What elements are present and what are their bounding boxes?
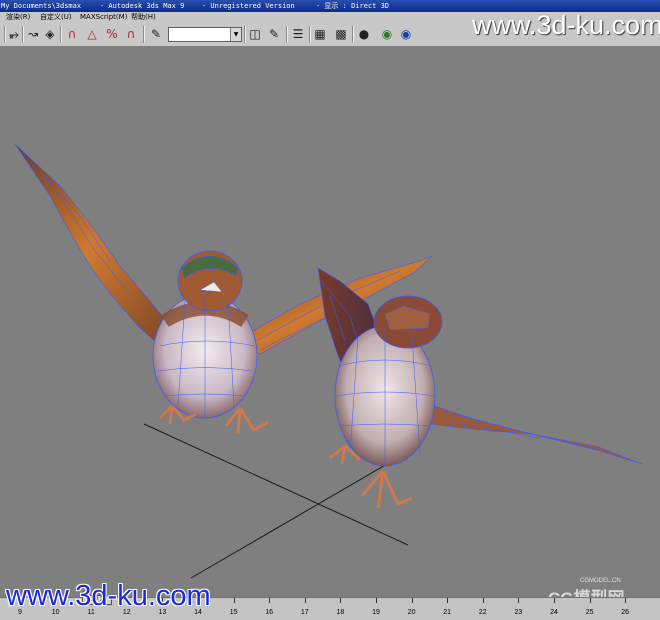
watermark-top: www.3d-ku.com xyxy=(472,10,660,40)
snap-toggle-icon[interactable]: ∩ xyxy=(64,26,80,42)
select-icon[interactable]: ⥵ xyxy=(6,26,22,42)
track-bar-tick-label: 20 xyxy=(407,609,416,616)
track-bar-tick-label: 21 xyxy=(443,609,452,616)
track-bar-tick-label: 22 xyxy=(478,609,487,616)
track-bar-tick xyxy=(376,598,377,603)
menu-item-help[interactable]: 帮助(H) xyxy=(131,12,156,23)
title-path: My Documents\3dsmax xyxy=(1,2,82,10)
track-bar-tick xyxy=(518,598,520,603)
track-bar-tick-label: 25 xyxy=(585,609,594,616)
toolbar-separator xyxy=(60,26,61,43)
bind-space-warp-icon[interactable]: ◈ xyxy=(42,26,58,42)
track-bar-tick xyxy=(269,598,271,603)
track-bar-tick xyxy=(482,598,484,603)
track-bar-tick xyxy=(304,598,306,603)
menu-item-render[interactable]: 渲染(R) xyxy=(6,12,30,23)
title-app: - Autodesk 3ds Max 9 xyxy=(100,2,185,10)
chevron-down-icon[interactable]: ▼ xyxy=(230,28,241,41)
track-bar-tick xyxy=(554,598,555,603)
viewport-scene xyxy=(14,143,643,579)
title-registration: - Unregistered Version xyxy=(202,2,295,10)
schematic-view-icon[interactable]: ▩ xyxy=(333,26,349,42)
mirror-icon[interactable]: ◫ xyxy=(247,26,263,42)
toolbar-separator xyxy=(309,26,310,43)
track-bar-tick-label: 19 xyxy=(372,609,380,616)
track-bar-tick-label: 23 xyxy=(514,609,523,616)
curve-editor-icon[interactable]: ▦ xyxy=(312,26,328,42)
watermark-bottom: www.3d-ku.com xyxy=(6,580,211,612)
track-bar-tick xyxy=(447,598,449,603)
spinner-snap-icon[interactable]: ∩ xyxy=(123,26,139,42)
menu-item-maxscript[interactable]: MAXScript(M) xyxy=(80,12,127,23)
title-display: - 显示 : Direct 3D xyxy=(316,2,390,10)
track-bar-tick xyxy=(233,598,235,603)
track-bar-tick-label: 17 xyxy=(300,609,309,616)
named-selection-dropdown[interactable]: ▼ xyxy=(168,27,242,42)
track-bar-tick-label: 16 xyxy=(265,609,274,616)
track-bar-tick-label: 18 xyxy=(336,609,345,616)
menu-item-customize[interactable]: 自定义(U) xyxy=(40,12,72,23)
angle-snap-icon[interactable]: △ xyxy=(84,26,100,42)
track-bar-tick xyxy=(589,598,591,603)
viewport-perspective[interactable] xyxy=(0,46,660,597)
layer-manager-icon[interactable]: ☰ xyxy=(290,26,306,42)
toolbar-separator xyxy=(4,26,5,43)
track-bar-tick xyxy=(625,598,627,603)
toolbar-separator xyxy=(143,26,144,43)
align-icon[interactable]: ✎ xyxy=(266,26,282,42)
quick-render-icon[interactable]: ◉ xyxy=(398,26,414,42)
bird-model-right[interactable] xyxy=(317,267,643,509)
material-editor-icon[interactable]: ● xyxy=(356,26,372,42)
percent-snap-icon[interactable]: % xyxy=(104,26,120,42)
track-bar-tick xyxy=(411,598,413,603)
track-bar-tick-label: 15 xyxy=(229,609,238,616)
link-icon[interactable]: ↝ xyxy=(25,26,41,42)
toolbar-separator xyxy=(286,26,287,43)
track-bar-tick xyxy=(340,598,342,603)
named-selection-icon[interactable]: ✎ xyxy=(148,26,164,42)
track-bar-tick-label: 26 xyxy=(621,609,630,616)
toolbar-separator xyxy=(352,26,353,43)
render-setup-icon[interactable]: ◉ xyxy=(379,26,395,42)
toolbar-separator xyxy=(22,26,23,43)
toolbar-separator xyxy=(244,26,245,43)
track-bar-tick-label: 24 xyxy=(550,609,558,616)
